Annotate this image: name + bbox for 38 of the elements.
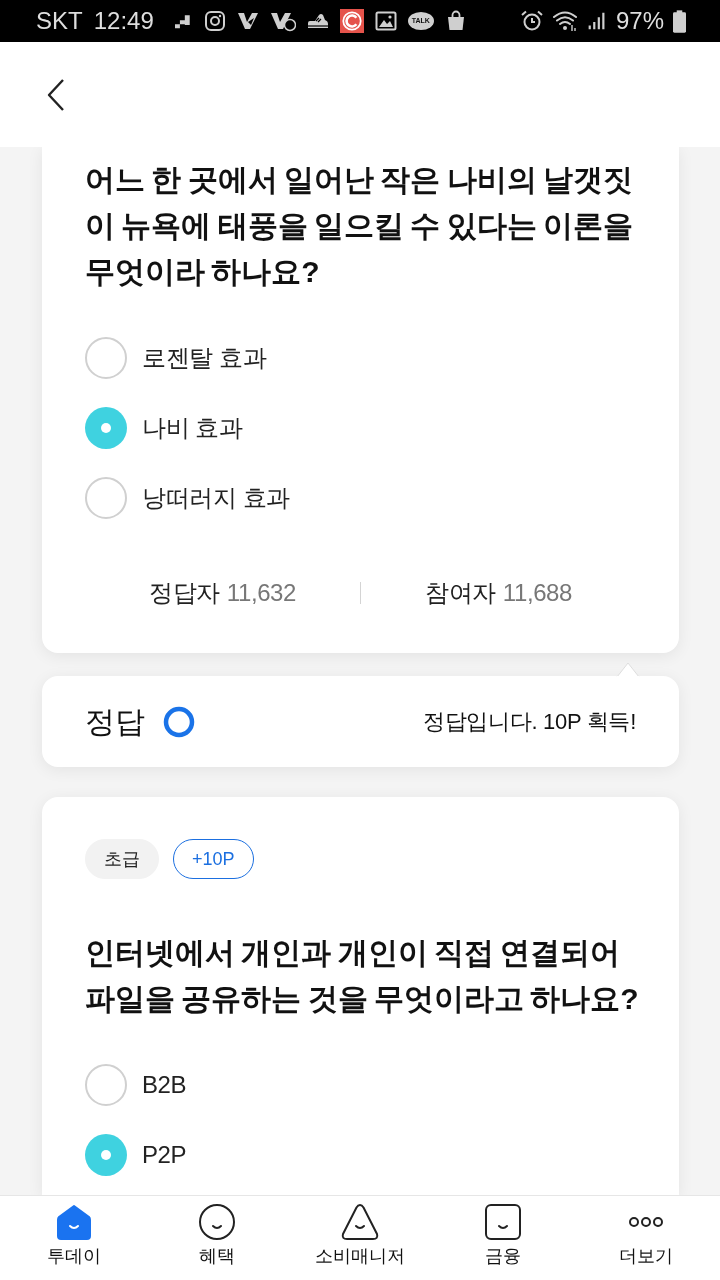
stat-value: 11,688 (502, 579, 572, 606)
nav-tab[interactable]: 금융 (431, 1196, 575, 1280)
carrier-name: SKT (36, 7, 83, 35)
radio-button[interactable] (85, 1134, 127, 1176)
option-label: 로젠탈 효과 (142, 343, 267, 373)
clock-time: 12:49 (93, 7, 154, 35)
camera-icon (203, 10, 226, 32)
quiz-question: 어느 한 곳에서 일어난 작은 나비의 날갯짓이 뉴욕에 태풍을 일으킬 수 있다는 이론을 무엇이라 하나요? (85, 162, 634, 290)
copyright-icon (339, 9, 364, 33)
alarm-icon (520, 10, 543, 32)
radio-button[interactable] (85, 1064, 127, 1106)
option-label: 나비 효과 (142, 413, 243, 443)
stat-label: 정답자 (148, 579, 220, 606)
option-label: P2P (142, 1140, 187, 1170)
stat-value: 11,632 (226, 579, 296, 606)
nav-tab[interactable]: 소비매니저 (288, 1196, 432, 1280)
radio-button[interactable] (85, 477, 127, 519)
signal-icon (586, 10, 607, 32)
battery-icon (673, 9, 686, 33)
v-logo-icon (236, 10, 259, 32)
result-message: 정답입니다. 10P 획득! (423, 707, 636, 736)
radio-button[interactable] (85, 407, 127, 449)
v-badge-icon (269, 10, 296, 32)
result-label: 정답 (85, 703, 145, 740)
nav-tab[interactable]: 더보기 (574, 1196, 718, 1280)
nav-tab[interactable]: 투데이 (2, 1196, 146, 1280)
quiz-question: 인터넷에서 개인과 개인이 직접 연결되어 파일을 공유하는 것을 무엇이라고 하나요? (85, 935, 640, 1017)
difficulty-tag: 초급 (85, 839, 159, 879)
option-label: B2B (142, 1070, 187, 1100)
battery-percent: 97% (615, 7, 664, 35)
points-tag: +10P (173, 839, 254, 879)
nav-tab[interactable]: 혜택 (145, 1196, 289, 1280)
option-label: 낭떠러지 효과 (142, 483, 290, 513)
stat-label: 참여자 (424, 579, 496, 606)
back-chevron-icon (47, 78, 65, 111)
image-icon (374, 10, 397, 32)
wifi-icon (551, 10, 578, 32)
radio-button[interactable] (85, 337, 127, 379)
